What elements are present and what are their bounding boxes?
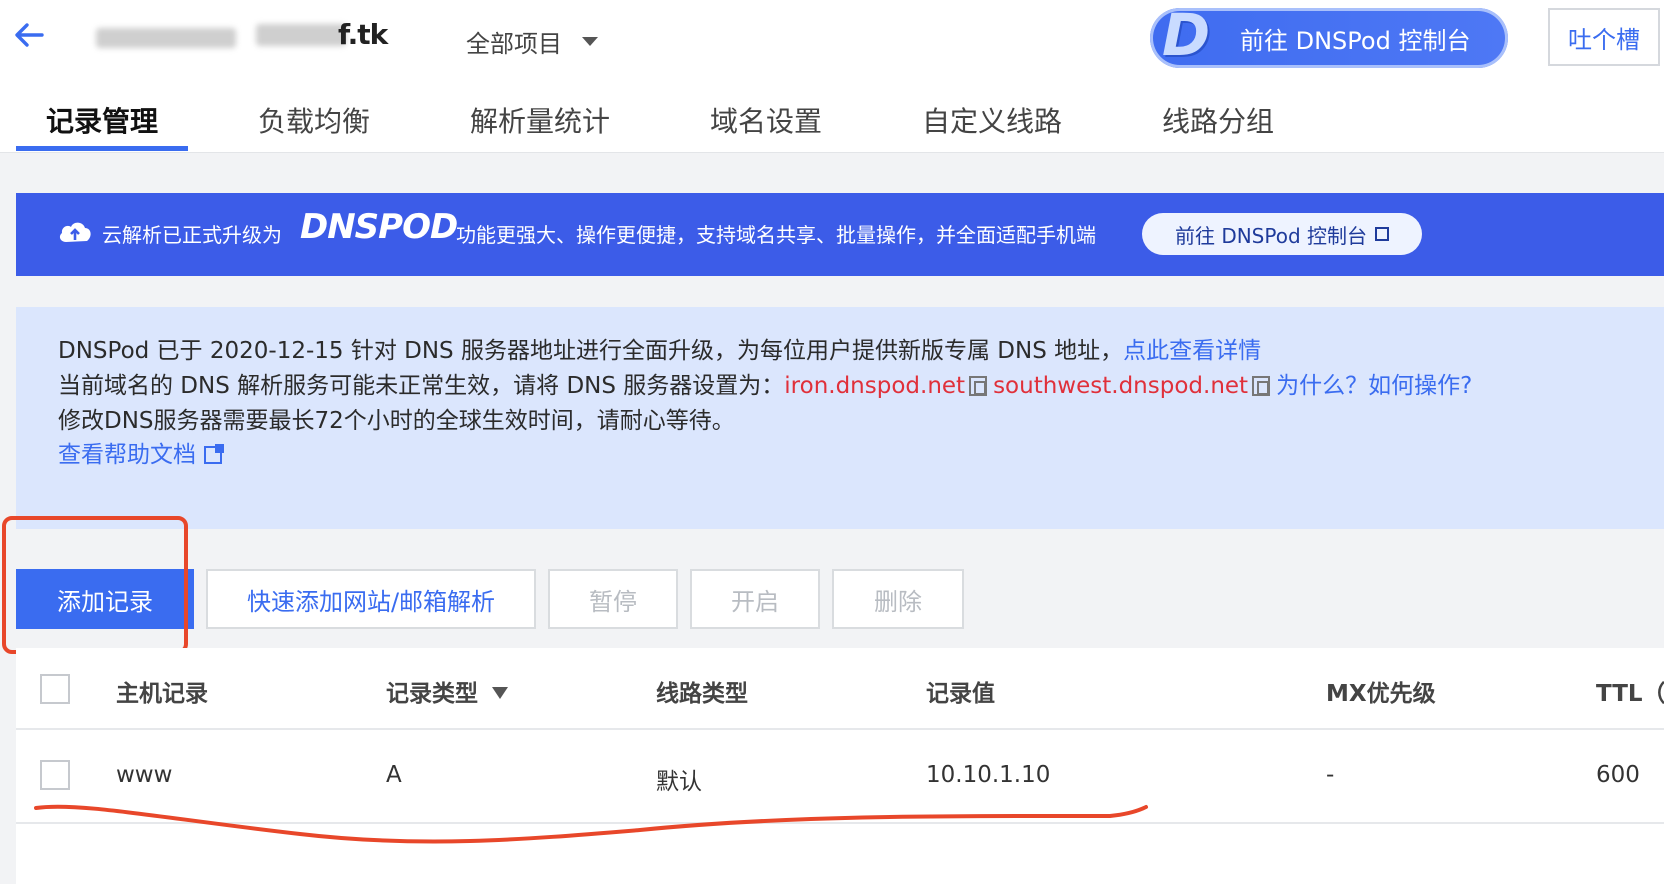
promo-dnspod-console-button[interactable]: 前往 DNSPod 控制台 — [1142, 213, 1422, 255]
notice-text: 当前域名的 DNS 解析服务可能未正常生效，请将 DNS 服务器设置为： — [58, 373, 785, 399]
enable-button[interactable]: 开启 — [690, 569, 820, 629]
column-header-line: 线路类型 — [656, 681, 748, 707]
column-header-host: 主机记录 — [116, 681, 208, 707]
chevron-down-icon — [582, 37, 598, 46]
notice-line-2: 当前域名的 DNS 解析服务可能未正常生效，请将 DNS 服务器设置为：iron… — [58, 366, 1472, 400]
help-doc-link[interactable]: 查看帮助文档 — [58, 442, 196, 468]
feedback-button[interactable]: 吐个槽 — [1548, 8, 1660, 66]
tab-record-management[interactable]: 记录管理 — [46, 100, 158, 140]
dnspod-button-label: 前往 DNSPod 控制台 — [1240, 26, 1471, 55]
cell-ttl: 600 — [1596, 762, 1640, 788]
tab-custom-lines[interactable]: 自定义线路 — [922, 100, 1062, 140]
cell-line: 默认 — [656, 769, 702, 795]
filter-icon[interactable] — [492, 687, 508, 699]
tab-load-balancing[interactable]: 负载均衡 — [258, 100, 370, 140]
column-header-value: 记录值 — [926, 681, 995, 707]
redacted-domain-part — [96, 28, 236, 48]
promo-text-prefix: 云解析已正式升级为 — [102, 223, 282, 247]
cell-type: A — [386, 762, 402, 788]
delete-button[interactable]: 删除 — [832, 569, 964, 629]
dns-records-table: 主机记录 记录类型 线路类型 记录值 MX优先级 TTL（ www A 默认 1… — [16, 648, 1664, 884]
project-select-value: 全部项目 — [466, 30, 562, 58]
promo-button-label: 前往 DNSPod 控制台 — [1174, 223, 1368, 248]
external-link-icon[interactable] — [204, 444, 224, 464]
promo-text-features: 功能更强大、操作更便捷，支持域名共享、批量操作，并全面适配手机端 — [456, 223, 1096, 247]
copy-icon[interactable] — [1252, 376, 1271, 396]
dnspod-brand-wordmark: DNSPOD — [300, 207, 458, 247]
pause-button[interactable]: 暂停 — [548, 569, 678, 629]
table-row: www A 默认 10.10.1.10 - 600 — [16, 730, 1664, 824]
cell-value: 10.10.1.10 — [926, 762, 1051, 788]
nameserver-1: iron.dnspod.net — [784, 373, 966, 399]
top-header: f.tk 全部项目 D 前往 DNSPod 控制台 吐个槽 记录管理 负载均衡 … — [0, 0, 1664, 153]
column-header-type: 记录类型 — [386, 674, 508, 708]
upgrade-promo-banner: 云解析已正式升级为 DNSPOD 功能更强大、操作更便捷，支持域名共享、批量操作… — [16, 193, 1664, 276]
project-select[interactable]: 全部项目 — [466, 24, 598, 59]
notice-line-3: 修改DNS服务器需要最长72个小时的全球生效时间，请耐心等待。 — [58, 408, 735, 434]
dns-upgrade-notice: DNSPod 已于 2020-12-15 针对 DNS 服务器地址进行全面升级，… — [16, 307, 1664, 529]
copy-icon[interactable] — [969, 376, 988, 396]
cell-host: www — [116, 762, 173, 788]
add-record-button[interactable]: 添加记录 — [16, 569, 194, 629]
notice-line-1: DNSPod 已于 2020-12-15 针对 DNS 服务器地址进行全面升级，… — [58, 331, 1261, 365]
dnspod-logo-icon: D — [1162, 1, 1211, 69]
back-arrow-icon[interactable] — [12, 18, 46, 52]
go-to-dnspod-console-button[interactable]: D 前往 DNSPod 控制台 — [1150, 3, 1508, 68]
row-checkbox[interactable] — [40, 760, 70, 790]
cell-mx: - — [1326, 762, 1335, 788]
why-how-link[interactable]: 为什么？如何操作? — [1276, 373, 1472, 399]
column-header-ttl: TTL（ — [1596, 681, 1664, 707]
help-doc-row: 查看帮助文档 — [58, 435, 224, 469]
tab-resolution-stats[interactable]: 解析量统计 — [470, 100, 610, 140]
notice-text: DNSPod 已于 2020-12-15 针对 DNS 服务器地址进行全面升级，… — [58, 338, 1124, 364]
quick-add-site-mail-button[interactable]: 快速添加网站/邮箱解析 — [206, 569, 536, 629]
tab-domain-settings[interactable]: 域名设置 — [710, 100, 822, 140]
view-details-link[interactable]: 点此查看详情 — [1123, 338, 1261, 364]
tab-line-groups[interactable]: 线路分组 — [1162, 100, 1274, 140]
nameserver-2: southwest.dnspod.net — [993, 373, 1249, 399]
active-tab-indicator — [16, 146, 188, 151]
redacted-domain-part — [256, 24, 346, 46]
select-all-checkbox[interactable] — [40, 674, 70, 704]
table-header: 主机记录 记录类型 线路类型 记录值 MX优先级 TTL（ — [16, 648, 1664, 730]
column-header-mx: MX优先级 — [1326, 681, 1436, 707]
column-header-type-label: 记录类型 — [386, 681, 478, 707]
external-link-icon — [1375, 227, 1390, 241]
domain-name: f.tk — [338, 18, 388, 51]
cloud-upload-icon — [59, 222, 91, 242]
